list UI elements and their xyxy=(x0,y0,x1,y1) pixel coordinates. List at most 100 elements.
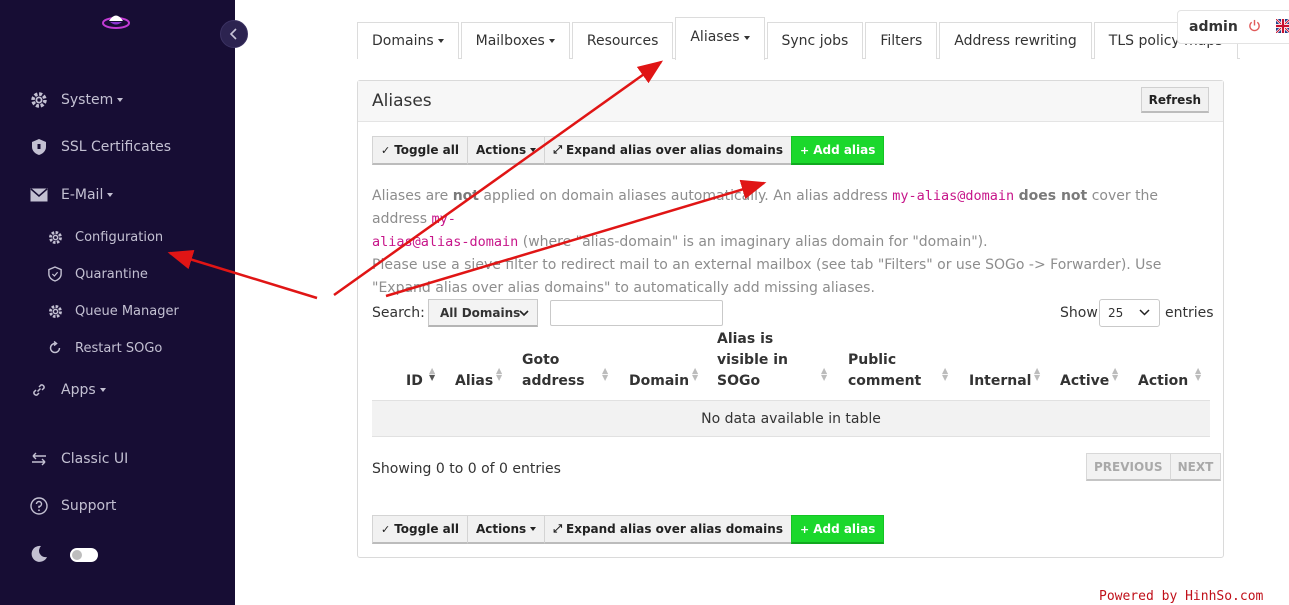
sidebar-item-label: Queue Manager xyxy=(75,303,179,319)
actions-dropdown[interactable]: Actions xyxy=(467,136,546,165)
next-page-button[interactable]: NEXT xyxy=(1169,453,1222,481)
tab-filters[interactable]: Filters xyxy=(865,22,938,59)
shield-icon xyxy=(29,137,49,157)
aliases-panel: Aliases Refresh ✓ Toggle all Actions ⤢ Exp… xyxy=(357,80,1224,558)
domain-filter-select[interactable]: All Domains xyxy=(428,299,538,327)
plus-icon: + xyxy=(799,522,810,536)
power-icon[interactable] xyxy=(1248,19,1261,36)
toggle-all-button[interactable]: ✓ Toggle all xyxy=(372,136,468,165)
column-header-active[interactable]: Active xyxy=(1060,371,1109,392)
sort-icon[interactable]: ▲ ▼ xyxy=(429,367,435,382)
sort-icon[interactable]: ▲ ▼ xyxy=(942,367,948,382)
actions-dropdown[interactable]: Actions xyxy=(467,515,546,544)
chevron-down-icon xyxy=(530,527,537,531)
chevron-down-icon xyxy=(107,193,114,197)
tab-resources[interactable]: Resources xyxy=(571,22,674,59)
sidebar-item-classic-ui[interactable]: Classic UI xyxy=(29,449,128,469)
sidebar-item-system[interactable]: System xyxy=(29,90,124,110)
expand-alias-button[interactable]: ⤢ Expand alias over alias domains xyxy=(544,515,792,544)
sidebar-item-label: Quarantine xyxy=(75,266,148,282)
dark-mode-toggle[interactable] xyxy=(70,548,98,562)
sidebar-item-label: Support xyxy=(61,498,117,514)
sidebar-item-support[interactable]: Support xyxy=(29,496,116,516)
refresh-icon xyxy=(47,340,63,356)
sidebar-item-label: Apps xyxy=(61,382,96,398)
sort-icon[interactable]: ▲ ▼ xyxy=(1112,367,1118,382)
envelope-icon xyxy=(29,185,49,205)
swap-arrows-icon xyxy=(29,449,49,469)
link-icon xyxy=(29,380,49,400)
search-label: Search: xyxy=(372,305,425,321)
refresh-button[interactable]: Refresh xyxy=(1140,87,1209,113)
mailcow-logo-icon[interactable] xyxy=(101,10,131,32)
moon-icon xyxy=(31,545,47,562)
tab-aliases[interactable]: Aliases xyxy=(675,17,765,60)
table-info: Showing 0 to 0 of 0 entries xyxy=(372,461,561,477)
sort-icon[interactable]: ▲ ▼ xyxy=(821,367,827,382)
sidebar-item-email[interactable]: E-Mail xyxy=(29,185,114,205)
chevron-down-icon xyxy=(99,388,106,392)
entries-label: entries xyxy=(1165,305,1214,321)
pagination: PREVIOUS NEXT xyxy=(1086,453,1222,481)
check-icon: ✓ xyxy=(381,143,391,157)
table-header: ID ▲ ▼ Alias ▲ ▼ Goto address ▲ ▼ Domain ▲ ▼… xyxy=(372,331,1210,401)
sidebar-item-queue-manager[interactable]: Queue Manager xyxy=(47,303,179,319)
previous-page-button[interactable]: PREVIOUS xyxy=(1086,453,1171,481)
column-header-action[interactable]: Action xyxy=(1138,371,1188,392)
column-header-visible-in-sogo[interactable]: Alias is visible in SOGo xyxy=(717,329,822,392)
gear-icon xyxy=(47,303,63,319)
sidebar-item-apps[interactable]: Apps xyxy=(29,380,106,400)
entries-per-page-select[interactable]: 25 xyxy=(1099,299,1160,327)
column-header-internal[interactable]: Internal xyxy=(969,371,1031,392)
search-input[interactable] xyxy=(550,300,723,326)
sort-icon[interactable]: ▲ ▼ xyxy=(1034,367,1040,382)
gear-icon xyxy=(29,90,49,110)
uk-flag-icon[interactable] xyxy=(1276,19,1289,33)
add-alias-button[interactable]: + Add alias xyxy=(790,515,885,544)
chevron-down-icon xyxy=(548,39,555,43)
help-paragraph-2: Please use a sieve filter to redirect ma… xyxy=(372,257,1162,296)
sidebar-item-restart-sogo[interactable]: Restart SOGo xyxy=(47,340,162,356)
search-row: Search: All Domains Show 25 entries xyxy=(372,299,1214,329)
sidebar-item-label: System xyxy=(61,92,114,108)
sidebar-item-configuration[interactable]: Configuration xyxy=(47,229,163,245)
chevron-down-icon xyxy=(743,36,750,40)
show-label: Show xyxy=(1060,305,1098,321)
sort-icon[interactable]: ▲ ▼ xyxy=(602,367,608,382)
chevron-left-icon xyxy=(229,28,237,40)
column-header-public-comment[interactable]: Public comment xyxy=(848,350,928,392)
chevron-down-icon xyxy=(530,148,537,152)
username-label: admin xyxy=(1189,19,1238,35)
sort-icon[interactable]: ▲ ▼ xyxy=(692,367,698,382)
tab-domains[interactable]: Domains xyxy=(357,22,459,59)
toggle-all-button[interactable]: ✓ Toggle all xyxy=(372,515,468,544)
panel-title: Aliases xyxy=(372,91,432,111)
chevron-down-icon xyxy=(519,310,529,317)
toolbar-top: ✓ Toggle all Actions ⤢ Expand alias over a… xyxy=(372,136,885,165)
panel-header: Aliases xyxy=(358,81,1223,122)
expand-icon: ⤢ xyxy=(553,143,562,156)
column-header-id[interactable]: ID xyxy=(406,371,423,392)
user-menu[interactable]: admin xyxy=(1177,10,1289,44)
sidebar-item-quarantine[interactable]: Quarantine xyxy=(47,266,148,282)
expand-icon: ⤢ xyxy=(553,522,562,535)
add-alias-button[interactable]: + Add alias xyxy=(790,136,885,165)
sort-icon[interactable]: ▲ ▼ xyxy=(1195,367,1201,382)
sort-icon[interactable]: ▲ ▼ xyxy=(496,367,502,382)
column-header-alias[interactable]: Alias xyxy=(455,371,493,392)
tab-sync-jobs[interactable]: Sync jobs xyxy=(766,22,864,59)
sidebar-item-ssl-certificates[interactable]: SSL Certificates xyxy=(29,137,171,157)
sidebar-collapse-button[interactable] xyxy=(220,20,248,48)
section-tabs: Domains Mailboxes Resources Aliases Sync… xyxy=(357,17,1240,60)
help-paragraph-1: Aliases are not applied on domain aliase… xyxy=(372,188,1159,250)
sidebar-item-label: E-Mail xyxy=(61,187,104,203)
watermark: Powered by HinhSo.com xyxy=(1099,589,1264,604)
sidebar: System SSL Certificates E-Mail Configura… xyxy=(0,0,235,605)
expand-alias-button[interactable]: ⤢ Expand alias over alias domains xyxy=(544,136,792,165)
chevron-down-icon xyxy=(437,39,444,43)
column-header-domain[interactable]: Domain xyxy=(629,371,689,392)
column-header-goto-address[interactable]: Goto address xyxy=(522,350,592,392)
sidebar-item-label: Restart SOGo xyxy=(75,340,163,356)
tab-mailboxes[interactable]: Mailboxes xyxy=(460,22,570,59)
tab-address-rewriting[interactable]: Address rewriting xyxy=(939,22,1092,59)
